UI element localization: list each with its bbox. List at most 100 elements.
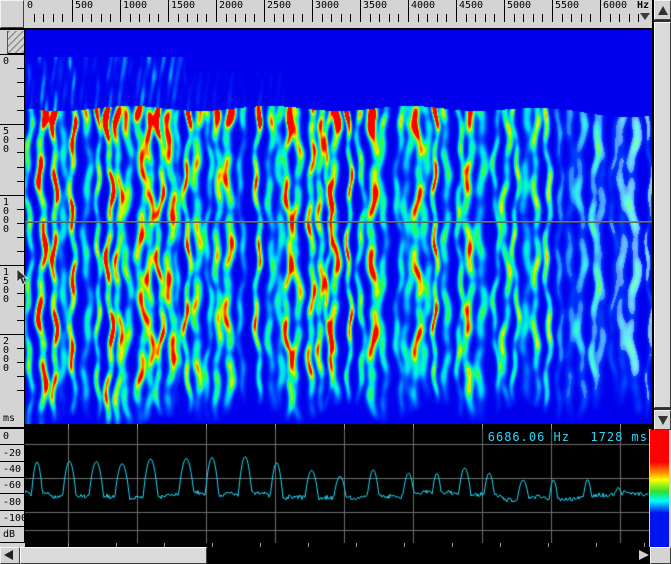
left-ruler[interactable]: ms 05 0 01 0 0 01 5 0 02 0 0 0 <box>0 30 25 429</box>
top-ruler-minor-tick <box>101 14 102 22</box>
top-ruler-minor-tick <box>274 14 275 22</box>
left-ruler-tick-label: 2 0 0 0 <box>3 337 9 373</box>
top-ruler-tick-label: 4500 <box>459 1 483 11</box>
vscroll-down-button[interactable] <box>654 410 671 430</box>
arrow-right-icon <box>639 550 649 560</box>
left-ruler-minor-tick <box>17 167 24 168</box>
top-ruler-minor-tick <box>629 14 630 22</box>
top-ruler-minor-tick <box>187 14 188 22</box>
top-ruler-minor-tick <box>619 14 620 22</box>
left-ruler-minor-tick <box>17 138 24 139</box>
top-ruler-minor-tick <box>331 14 332 22</box>
top-ruler[interactable]: Hz 0500100015002000250030003500400045005… <box>25 0 652 30</box>
time-readout: 1728 ms <box>578 431 648 443</box>
top-ruler-major-tick <box>264 0 265 22</box>
top-ruler-minor-tick <box>235 14 236 22</box>
top-ruler-minor-tick <box>533 14 534 22</box>
top-ruler-tick-label: 3000 <box>315 1 339 11</box>
top-ruler-minor-tick <box>523 14 524 22</box>
colormap-legend <box>650 429 669 547</box>
top-ruler-major-tick <box>216 0 217 22</box>
left-ruler-minor-tick <box>17 376 24 377</box>
left-ruler-minor-tick <box>17 293 24 294</box>
top-ruler-tick-label: 2500 <box>267 1 291 11</box>
top-ruler-minor-tick <box>370 14 371 22</box>
left-ruler-minor-tick <box>17 362 24 363</box>
hscroll-thumb[interactable] <box>20 547 207 564</box>
top-ruler-minor-tick <box>581 14 582 22</box>
spectrum-canvas[interactable] <box>25 429 649 543</box>
hscroll-right-button[interactable] <box>636 547 650 564</box>
left-ruler-major-tick <box>0 334 24 335</box>
vscroll-thumb[interactable] <box>654 22 671 408</box>
top-ruler-tick-label: 4000 <box>411 1 435 11</box>
bottom-right-corner <box>650 547 671 564</box>
top-ruler-major-tick <box>312 0 313 22</box>
top-ruler-tick-label: 0 <box>27 1 33 11</box>
top-ruler-major-tick <box>600 0 601 22</box>
top-ruler-minor-tick <box>178 14 179 22</box>
top-ruler-minor-tick <box>43 14 44 22</box>
left-ruler-minor-tick <box>17 237 24 238</box>
left-ruler-major-tick <box>0 195 24 196</box>
app-window: Hz 0500100015002000250030003500400045005… <box>0 0 671 564</box>
left-ruler-minor-tick <box>17 152 24 153</box>
top-ruler-minor-tick <box>302 14 303 22</box>
db-tick-label: -60 <box>0 478 24 494</box>
time-cursor-line[interactable] <box>25 221 652 223</box>
left-ruler-minor-tick <box>17 110 24 111</box>
frequency-unit-label: Hz <box>637 1 649 11</box>
left-ruler-minor-tick <box>17 306 24 307</box>
ruler-corner[interactable] <box>0 0 24 28</box>
left-ruler-major-tick <box>0 265 24 266</box>
top-ruler-minor-tick <box>494 14 495 22</box>
hscroll-track[interactable] <box>207 547 636 564</box>
left-ruler-minor-tick <box>17 390 24 391</box>
top-ruler-minor-tick <box>293 14 294 22</box>
top-ruler-major-tick <box>408 0 409 22</box>
left-ruler-minor-tick <box>17 251 24 252</box>
left-ruler-minor-tick <box>17 348 24 349</box>
arrow-left-icon <box>4 550 13 560</box>
top-ruler-minor-tick <box>638 14 639 22</box>
top-ruler-minor-tick <box>485 14 486 22</box>
left-ruler-minor-tick <box>17 68 24 69</box>
top-ruler-minor-tick <box>398 14 399 22</box>
left-ruler-minor-tick <box>17 82 24 83</box>
left-ruler-tick-label: 5 0 0 <box>3 127 9 154</box>
top-ruler-minor-tick <box>427 14 428 22</box>
top-ruler-major-tick <box>72 0 73 22</box>
top-ruler-minor-tick <box>610 14 611 22</box>
top-ruler-minor-tick <box>139 14 140 22</box>
db-ruler: 0-20-40-60-80-100dB <box>0 429 25 543</box>
top-ruler-minor-tick <box>130 14 131 22</box>
time-unit-label: ms <box>3 414 15 424</box>
top-ruler-minor-tick <box>226 14 227 22</box>
left-ruler-major-tick <box>0 54 24 55</box>
left-ruler-tick-label: 1 5 0 0 <box>3 268 9 304</box>
db-tick-label: 0 <box>0 429 24 445</box>
frequency-readout: 6686.06 Hz <box>460 431 570 443</box>
arrow-up-icon <box>658 6 668 15</box>
spectrogram-canvas[interactable] <box>25 30 652 424</box>
vscroll-up-button[interactable] <box>654 0 671 20</box>
top-ruler-minor-tick <box>446 14 447 22</box>
top-ruler-minor-tick <box>53 14 54 22</box>
db-tick-label: -80 <box>0 494 24 511</box>
top-ruler-tick-label: 500 <box>75 1 93 11</box>
top-ruler-major-tick <box>456 0 457 22</box>
top-ruler-minor-tick <box>158 14 159 22</box>
ruler-position-marker-icon[interactable] <box>640 13 650 20</box>
top-ruler-minor-tick <box>62 14 63 22</box>
top-ruler-minor-tick <box>245 14 246 22</box>
top-ruler-tick-label: 5500 <box>555 1 579 11</box>
left-ruler-minor-tick <box>17 96 24 97</box>
left-ruler-minor-tick <box>17 181 24 182</box>
arrow-down-icon <box>658 416 668 425</box>
top-ruler-tick-label: 3500 <box>363 1 387 11</box>
top-ruler-tick-label: 5000 <box>507 1 531 11</box>
hscroll-left-button[interactable] <box>0 547 20 564</box>
top-ruler-minor-tick <box>350 14 351 22</box>
top-ruler-minor-tick <box>590 14 591 22</box>
top-ruler-major-tick <box>120 0 121 22</box>
